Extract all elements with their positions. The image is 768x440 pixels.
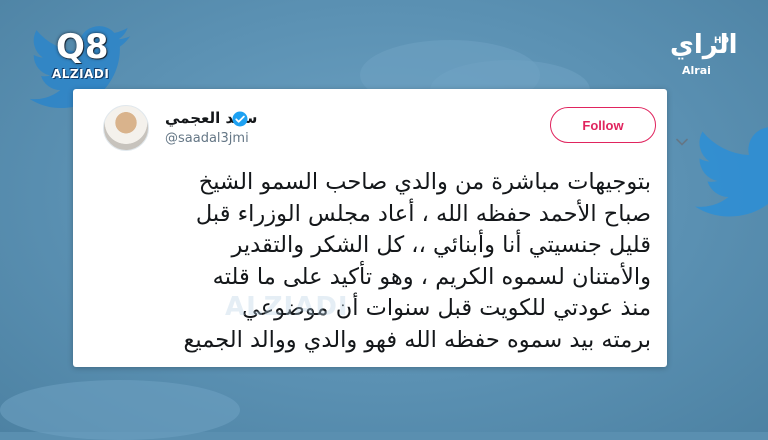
tweet-text-line: صباح الأحمد حفظه الله ، أعاد مجلس الوزرا… xyxy=(195,200,651,227)
tweet-text-line: والأمتنان لسموه الكريم ، وهو تأكيد على م… xyxy=(212,263,651,290)
tweet-text-line: منذ عودتي للكويت قبل سنوات أن موضوعي xyxy=(242,295,651,321)
channel-logo-name: ALZIADI xyxy=(52,67,110,81)
author-handle[interactable]: @saadal3jmi xyxy=(165,131,249,146)
network-logo: الراي HD Alrai xyxy=(664,30,744,80)
verified-badge-icon xyxy=(232,111,248,127)
tweet-text-line: قليل جنسيتي أنا وأبنائي ،، كل الشكر والت… xyxy=(231,232,651,258)
tweet-author-row: سعد العجمي @saadal3jmi Follow xyxy=(103,105,688,151)
avatar[interactable] xyxy=(103,105,149,151)
twitter-bird-icon xyxy=(695,127,768,217)
network-logo-latin: Alrai xyxy=(682,64,711,77)
hd-badge: HD xyxy=(714,36,730,46)
tweet-card: سعد العجمي @saadal3jmi Follow بتوجيهات م… xyxy=(73,89,688,367)
follow-button[interactable]: Follow xyxy=(550,107,656,143)
tweet-text-line: برمته بيد سموه حفظه الله فهو والدي ووالد… xyxy=(183,326,651,353)
tweet-text-line: بتوجيهات مباشرة من والدي صاحب السمو الشي… xyxy=(198,169,651,195)
channel-logo-mark: Q8 xyxy=(56,27,109,67)
background-cloud xyxy=(0,380,240,440)
chevron-down-icon[interactable] xyxy=(676,138,688,146)
channel-logo: Q8 ALZIADI xyxy=(52,27,122,87)
tweet-text: بتوجيهات مباشرة من والدي صاحب السمو الشي… xyxy=(86,167,651,356)
